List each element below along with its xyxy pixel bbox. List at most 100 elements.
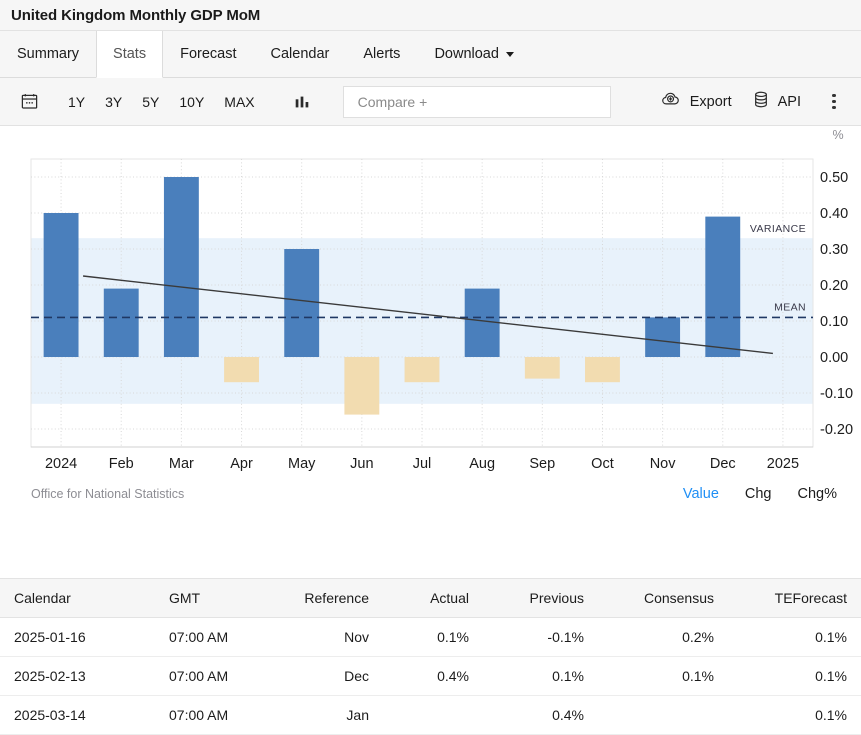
bar-apr[interactable] [224,357,259,382]
y-axis-tick-label: 0.50 [820,170,848,186]
y-axis-tick-label: -0.20 [820,422,853,438]
tab-calendar[interactable]: Calendar [254,31,347,77]
column-header-consensus[interactable]: Consensus [598,579,728,618]
api-button[interactable]: API [742,86,811,117]
cell-actual: 0.4% [383,657,483,696]
x-axis-tick-label: Nov [650,456,677,472]
compare-placeholder-text: Compare + [358,94,428,110]
column-header-gmt[interactable]: GMT [155,579,273,618]
x-axis-tick-label: Jun [350,456,373,472]
x-axis-tick-label: Oct [591,456,614,472]
database-icon [752,90,770,113]
column-header-previous[interactable]: Previous [483,579,598,618]
cell-gmt: 07:00 AM [155,696,273,735]
toolbar-right-actions: Export API [651,86,847,117]
y-axis-tick-label: 0.30 [820,242,848,258]
y-axis-tick-label: -0.10 [820,386,853,402]
bar-jun[interactable] [344,357,379,415]
bar-2024[interactable] [44,213,79,357]
chart-panel: %0.500.400.300.200.100.00-0.10-0.202024F… [0,126,861,531]
compare-input[interactable]: Compare + [343,86,611,118]
cell-consensus [598,696,728,735]
bar-nov[interactable] [645,317,680,357]
y-axis-unit-label: % [832,128,843,142]
cell-previous: 0.1% [483,657,598,696]
export-label: Export [690,94,732,110]
api-label: API [778,94,801,110]
mean-label: MEAN [774,301,806,313]
variance-label: VARIANCE [750,223,806,235]
x-axis-tick-label: Apr [230,456,253,472]
table-header-row: CalendarGMTReferenceActualPreviousConsen… [0,579,861,618]
bar-may[interactable] [284,249,319,357]
export-button[interactable]: Export [651,86,742,117]
value-tab-value[interactable]: Value [683,486,719,502]
window-titlebar: United Kingdom Monthly GDP MoM [0,0,861,31]
cloud-download-icon [661,90,682,113]
bar-chart-icon[interactable] [287,87,317,117]
cell-reference: Jan [273,696,383,735]
x-axis-tick-label: Dec [710,456,736,472]
range-selector: 1Y3Y5Y10YMAX [58,90,265,114]
range-button-3y[interactable]: 3Y [95,90,132,114]
x-axis-tick-label: Jul [413,456,432,472]
cell-reference: Dec [273,657,383,696]
cell-calendar: 2025-01-16 [0,618,155,657]
x-axis-tick-label: 2024 [45,456,77,472]
chevron-down-icon [506,52,514,57]
bar-jul[interactable] [405,357,440,382]
value-tab-chg[interactable]: Chg [745,486,772,502]
bar-sep[interactable] [525,357,560,379]
tab-label: Download [434,46,499,62]
cell-actual [383,696,483,735]
tab-label: Forecast [180,46,236,62]
tab-label: Stats [113,46,146,62]
gdp-bar-chart[interactable]: %0.500.400.300.200.100.00-0.10-0.202024F… [0,126,861,486]
y-axis-tick-label: 0.10 [820,314,848,330]
range-button-5y[interactable]: 5Y [132,90,169,114]
y-axis-tick-label: 0.20 [820,278,848,294]
cell-teforecast: 0.1% [728,657,861,696]
column-header-teforecast[interactable]: TEForecast [728,579,861,618]
main-tabbar: Summary Stats Forecast Calendar Alerts Downlo… [0,31,861,78]
cell-teforecast: 0.1% [728,696,861,735]
table-body: 2025-01-1607:00 AMNov0.1%-0.1%0.2%0.1%20… [0,618,861,735]
tab-stats[interactable]: Stats [96,31,163,78]
value-tab-chgpct[interactable]: Chg% [798,486,838,502]
cell-calendar: 2025-02-13 [0,657,155,696]
column-header-actual[interactable]: Actual [383,579,483,618]
tab-alerts[interactable]: Alerts [346,31,417,77]
kebab-menu-icon[interactable] [821,88,847,116]
cell-calendar: 2025-03-14 [0,696,155,735]
bar-mar[interactable] [164,177,199,357]
bar-oct[interactable] [585,357,620,382]
table-row[interactable]: 2025-02-1307:00 AMDec0.4%0.1%0.1%0.1% [0,657,861,696]
range-button-1y[interactable]: 1Y [58,90,95,114]
tab-forecast[interactable]: Forecast [163,31,253,77]
range-button-10y[interactable]: 10Y [169,90,214,114]
cell-gmt: 07:00 AM [155,618,273,657]
x-axis-tick-label: Mar [169,456,194,472]
table-row[interactable]: 2025-01-1607:00 AMNov0.1%-0.1%0.2%0.1% [0,618,861,657]
value-mode-tabs: Value Chg Chg% [683,486,837,502]
tab-label: Summary [17,46,79,62]
tab-download[interactable]: Download [417,31,531,77]
bar-dec[interactable] [705,217,740,357]
x-axis-tick-label: Sep [529,456,555,472]
column-header-calendar[interactable]: Calendar [0,579,155,618]
tab-summary[interactable]: Summary [0,31,96,77]
table-row[interactable]: 2025-03-1407:00 AMJan0.4%0.1% [0,696,861,735]
range-button-max[interactable]: MAX [214,90,264,114]
cell-teforecast: 0.1% [728,618,861,657]
cell-actual: 0.1% [383,618,483,657]
page-title: United Kingdom Monthly GDP MoM [11,7,260,24]
cell-gmt: 07:00 AM [155,657,273,696]
calendar-icon[interactable] [14,87,44,117]
chart-source: Office for National Statistics [31,487,184,501]
column-header-reference[interactable]: Reference [273,579,383,618]
x-axis-tick-label: Aug [469,456,495,472]
calendar-table-wrapper: CalendarGMTReferenceActualPreviousConsen… [0,578,861,735]
bar-feb[interactable] [104,289,139,357]
tab-label: Alerts [363,46,400,62]
x-axis-tick-label: Feb [109,456,134,472]
